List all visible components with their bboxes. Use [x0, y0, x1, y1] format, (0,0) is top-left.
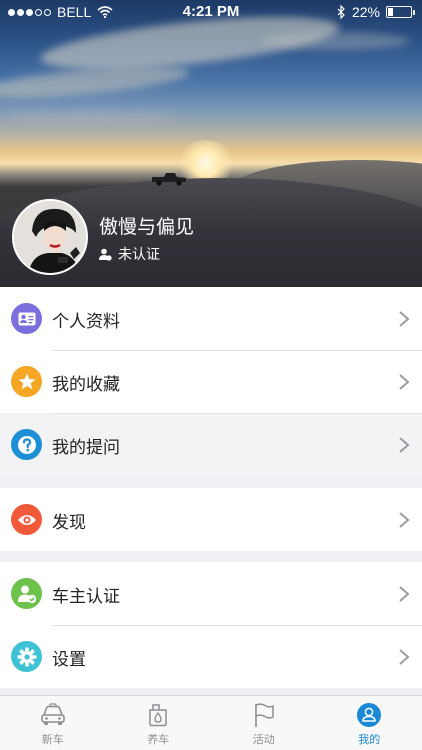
battery-level	[388, 8, 393, 16]
menu-item-questions[interactable]: 我的提问	[0, 413, 422, 476]
gear-icon	[17, 647, 36, 666]
menu-item-owner-verification[interactable]: 车主认证	[0, 562, 422, 625]
flag-icon	[254, 703, 274, 727]
tab-label: 养车	[147, 733, 170, 746]
menu-item-label: 我的收藏	[52, 375, 120, 395]
menu-item-favorites[interactable]: 我的收藏	[0, 350, 422, 413]
question-icon	[17, 435, 36, 454]
menu-group-account: 个人资料 我的收藏 我的提问	[0, 287, 422, 476]
cloud	[0, 110, 180, 124]
verification-label: 未认证	[118, 247, 160, 263]
menu-item-icon-bg	[11, 504, 42, 535]
menu-item-settings[interactable]: 设置	[0, 625, 422, 688]
tab-new-cars[interactable]: 新车	[0, 696, 106, 750]
chevron-right-icon	[399, 649, 410, 665]
avatar[interactable]	[12, 199, 88, 275]
tab-bar: 新车 养车 活动 我的	[0, 695, 422, 750]
menu-item-icon-bg	[11, 429, 42, 460]
menu-item-profile[interactable]: 个人资料	[0, 287, 422, 350]
user-verify-icon	[99, 248, 112, 261]
menu-item-label: 发现	[52, 513, 86, 533]
status-bar: BELL 4:21 PM 22%	[0, 0, 422, 24]
menu-item-discover[interactable]: 发现	[0, 488, 422, 551]
user-name: 傲慢与偏见	[99, 216, 195, 238]
car-icon	[40, 703, 65, 725]
id-card-icon	[18, 312, 35, 325]
chevron-right-icon	[399, 586, 410, 602]
chevron-right-icon	[399, 311, 410, 327]
tab-label: 新车	[41, 733, 64, 746]
oil-can-icon	[149, 704, 167, 727]
chevron-right-icon	[399, 512, 410, 528]
menu-item-icon-bg	[11, 303, 42, 334]
verification-status[interactable]: 未认证	[99, 244, 160, 264]
truck-silhouette	[152, 173, 186, 186]
battery-icon	[386, 6, 415, 18]
chevron-right-icon	[399, 374, 410, 390]
tab-label: 活动	[252, 733, 275, 746]
tab-mine[interactable]: 我的	[317, 696, 422, 750]
menu-group-discover: 发现	[0, 488, 422, 551]
eye-icon	[17, 514, 36, 525]
cloud	[260, 32, 410, 50]
menu-item-label: 我的提问	[52, 438, 120, 458]
bluetooth-icon	[337, 5, 345, 19]
chevron-right-icon	[399, 437, 410, 453]
menu-item-label: 车主认证	[52, 587, 120, 607]
star-icon	[18, 373, 35, 390]
menu-item-icon-bg	[11, 366, 42, 397]
user-check-icon	[17, 585, 36, 603]
tab-label: 我的	[358, 733, 381, 746]
menu-item-label: 个人资料	[52, 312, 120, 332]
menu-item-icon-bg	[11, 641, 42, 672]
battery-percent: 22%	[351, 4, 380, 20]
tab-car-care[interactable]: 养车	[106, 696, 212, 750]
menu-item-icon-bg	[11, 578, 42, 609]
user-icon	[357, 703, 382, 727]
menu-group-settings: 车主认证 设置	[0, 562, 422, 688]
tab-events[interactable]: 活动	[211, 696, 317, 750]
menu-item-label: 设置	[52, 650, 86, 670]
